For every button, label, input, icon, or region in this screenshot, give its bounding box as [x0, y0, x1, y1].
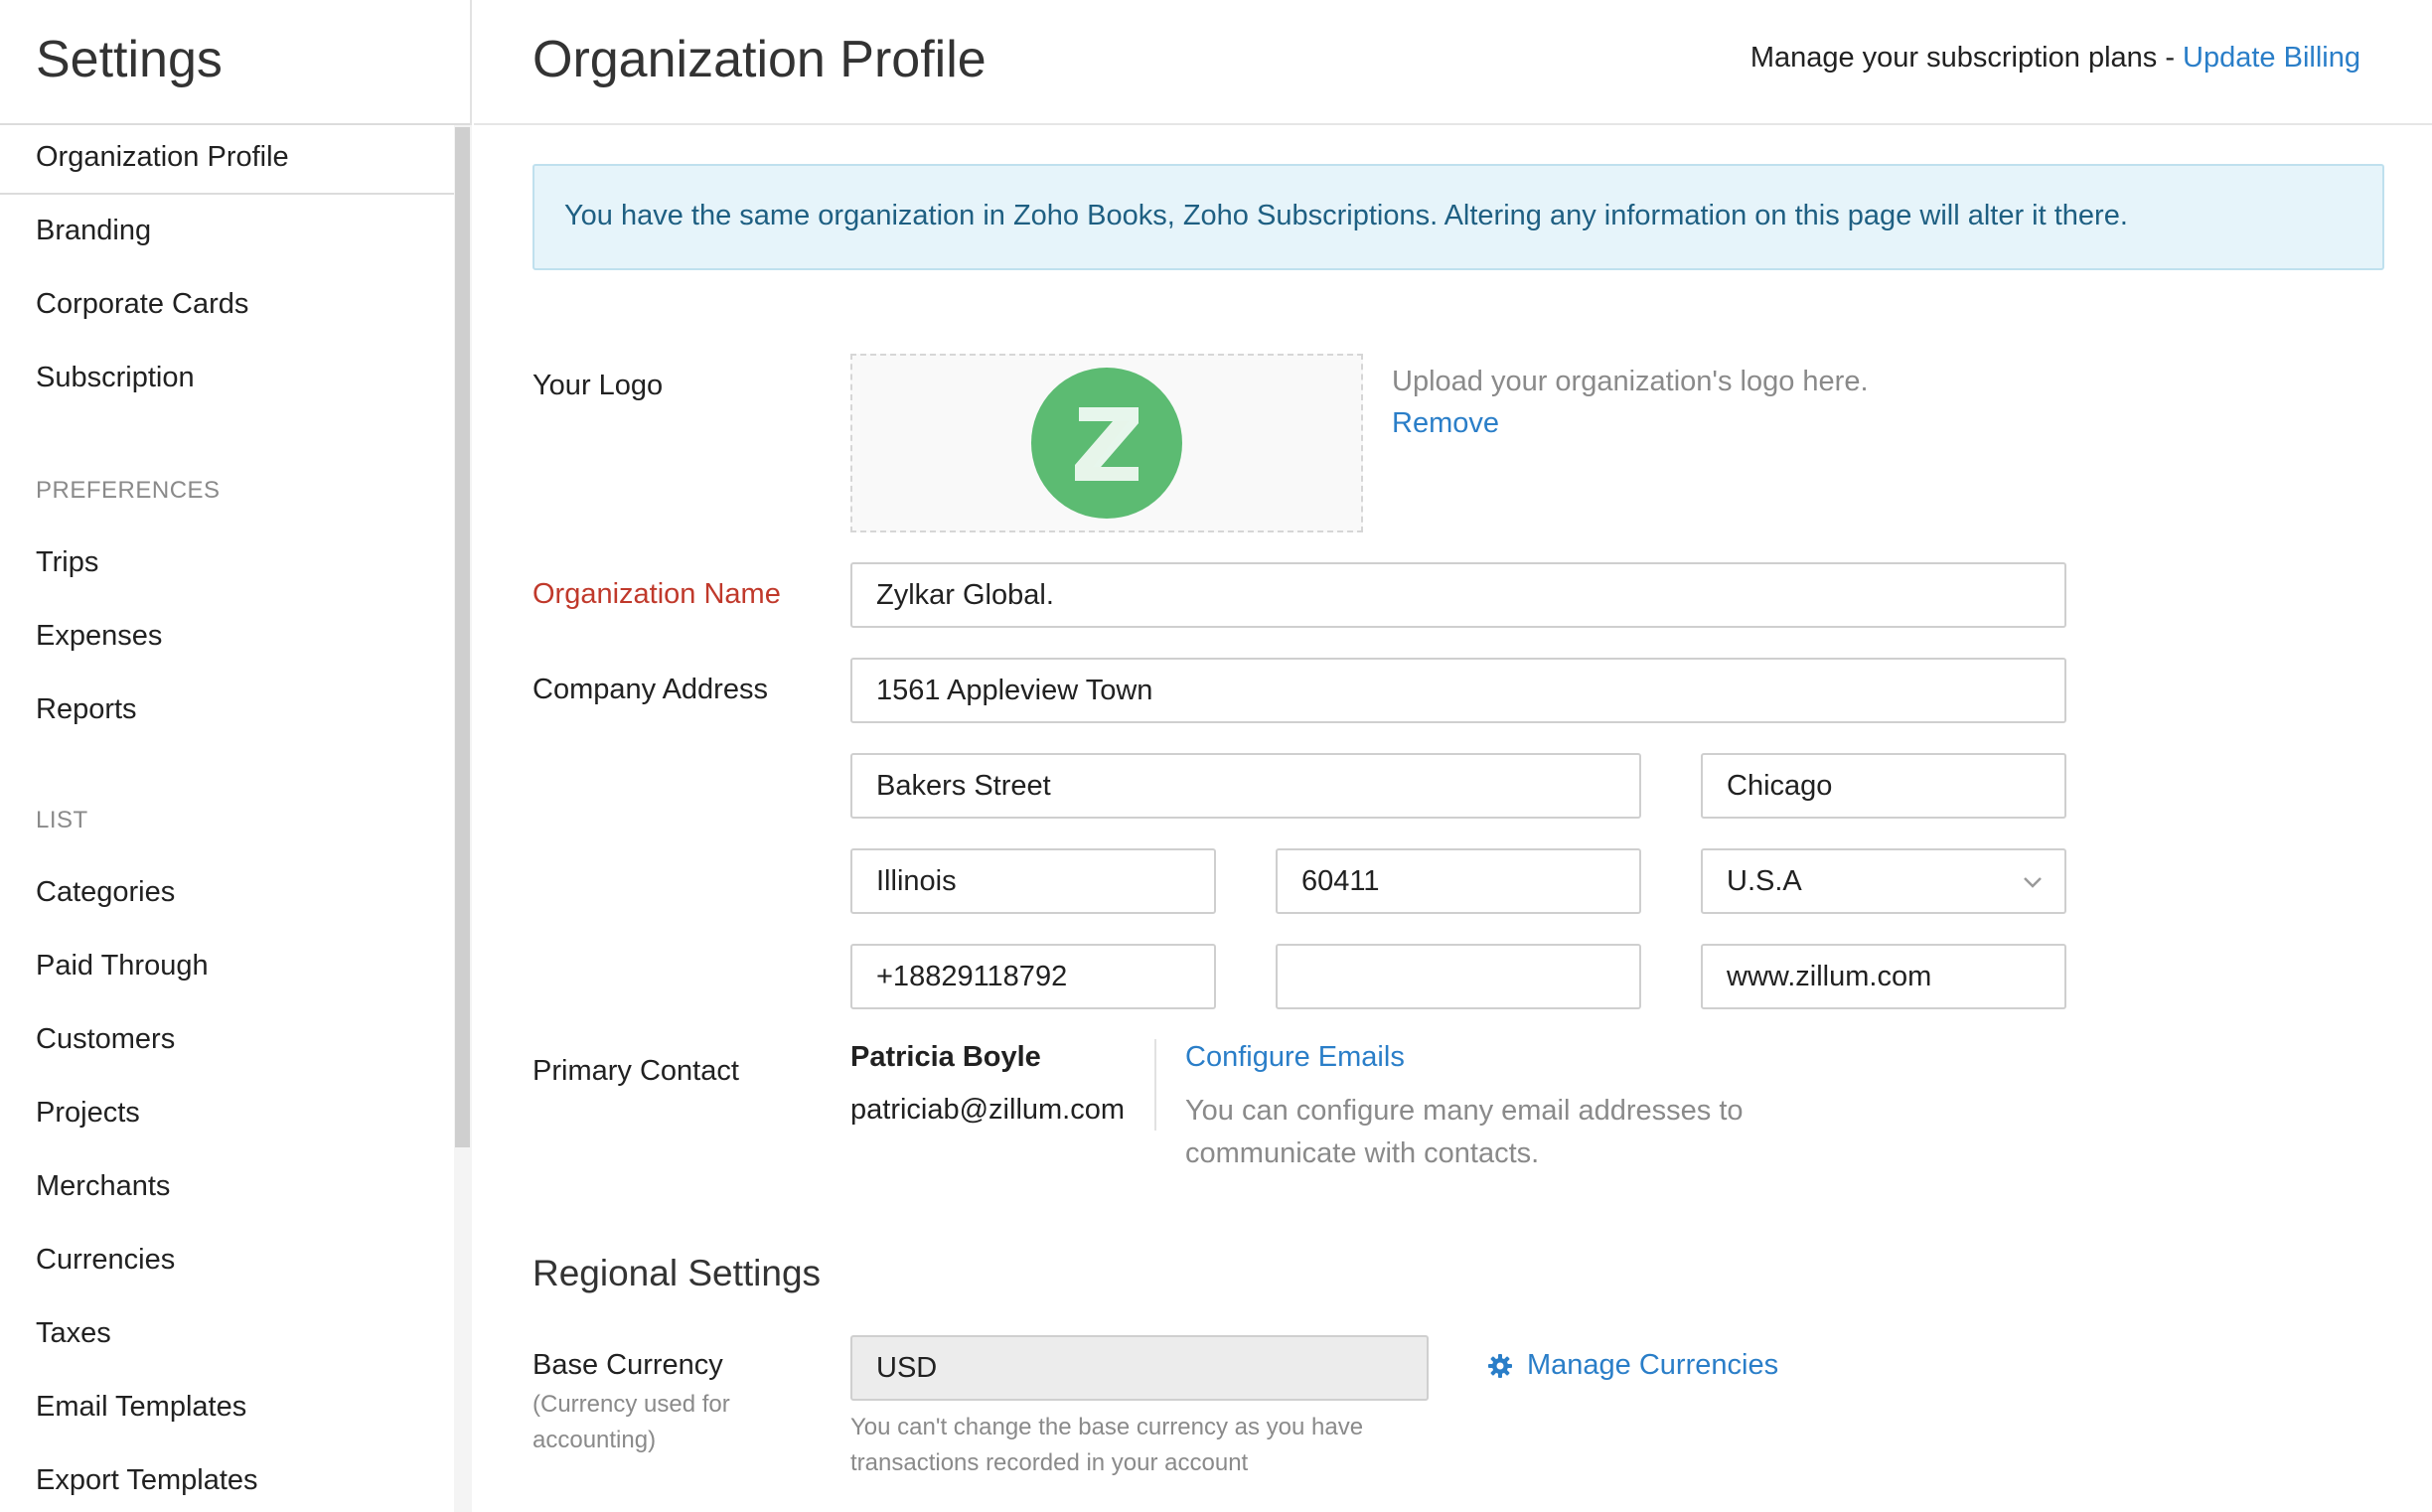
sidebar-section-preferences: PREFERENCES	[36, 477, 221, 504]
sidebar-item-export-templates[interactable]: Export Templates	[36, 1464, 258, 1497]
sidebar-item-expenses[interactable]: Expenses	[36, 620, 162, 653]
org-name-input[interactable]: Zylkar Global.	[850, 562, 2066, 628]
sidebar-item-corporate-cards[interactable]: Corporate Cards	[36, 288, 248, 321]
regional-settings-title: Regional Settings	[532, 1253, 822, 1293]
sidebar-item-customers[interactable]: Customers	[36, 1023, 175, 1056]
org-name-label: Organization Name	[532, 578, 781, 610]
country-select[interactable]: U.S.A	[1701, 848, 2066, 914]
logo-z-icon	[1075, 407, 1139, 481]
sidebar-title: Settings	[36, 31, 223, 88]
fax-input[interactable]	[1276, 944, 1641, 1009]
header-divider	[474, 123, 2432, 125]
sidebar-item-taxes[interactable]: Taxes	[36, 1317, 111, 1350]
country-select-value: U.S.A	[1727, 865, 1802, 897]
manage-currencies-label: Manage Currencies	[1527, 1349, 1779, 1381]
sidebar-item-projects[interactable]: Projects	[36, 1097, 140, 1130]
sidebar-item-merchants[interactable]: Merchants	[36, 1170, 170, 1203]
state-input[interactable]: Illinois	[850, 848, 1216, 914]
settings-sidebar: Settings Organization Profile Branding C…	[0, 0, 472, 1512]
city-input[interactable]: Chicago	[1701, 753, 2066, 819]
company-address-label: Company Address	[532, 674, 768, 705]
page-title: Organization Profile	[532, 31, 987, 88]
sidebar-item-subscription[interactable]: Subscription	[36, 362, 195, 394]
sidebar-scrollbar-thumb[interactable]	[455, 127, 470, 1147]
sidebar-item-categories[interactable]: Categories	[36, 876, 175, 909]
sidebar-item-branding[interactable]: Branding	[36, 215, 151, 247]
sidebar-item-currencies[interactable]: Currencies	[36, 1244, 175, 1277]
contact-divider	[1154, 1039, 1156, 1131]
sidebar-divider	[0, 123, 470, 125]
gear-icon	[1488, 1354, 1512, 1379]
sidebar-section-list: LIST	[36, 807, 88, 833]
organization-logo	[1031, 368, 1182, 519]
base-currency-label: Base Currency	[532, 1349, 723, 1381]
address-line1-input[interactable]: 1561 Appleview Town	[850, 658, 2066, 723]
sidebar-item-organization-profile[interactable]: Organization Profile	[36, 141, 289, 174]
address-line2-input[interactable]: Bakers Street	[850, 753, 1641, 819]
info-banner-text: You have the same organization in Zoho B…	[564, 200, 2128, 231]
manage-currencies-link[interactable]: Manage Currencies	[1487, 1349, 1778, 1382]
billing-notice: Manage your subscription plans - Update …	[1750, 42, 2360, 75]
update-billing-link[interactable]: Update Billing	[2183, 42, 2360, 74]
sidebar-item-paid-through[interactable]: Paid Through	[36, 950, 209, 983]
primary-contact-label: Primary Contact	[532, 1055, 739, 1087]
zip-input[interactable]: 60411	[1276, 848, 1641, 914]
primary-contact-name: Patricia Boyle	[850, 1041, 1041, 1073]
remove-logo-link[interactable]: Remove	[1392, 407, 1499, 440]
sidebar-item-reports[interactable]: Reports	[36, 693, 137, 726]
configure-emails-help: You can configure many email addresses t…	[1185, 1095, 1744, 1169]
base-currency-input: USD	[850, 1335, 1429, 1401]
billing-text: Manage your subscription plans -	[1749, 42, 2175, 74]
configure-emails-link[interactable]: Configure Emails	[1185, 1041, 1405, 1074]
logo-upload-hint: Upload your organization's logo here.	[1392, 366, 1869, 397]
logo-upload-area[interactable]	[850, 354, 1363, 532]
phone-input[interactable]: +18829118792	[850, 944, 1216, 1009]
website-input[interactable]: www.zillum.com	[1701, 944, 2066, 1009]
chevron-down-icon	[2024, 877, 2042, 888]
sidebar-item-email-templates[interactable]: Email Templates	[36, 1391, 246, 1424]
info-banner: You have the same organization in Zoho B…	[532, 164, 2384, 270]
primary-contact-email: patriciab@zillum.com	[850, 1094, 1126, 1126]
sidebar-item-trips[interactable]: Trips	[36, 546, 98, 579]
base-currency-help: You can't change the base currency as yo…	[850, 1414, 1364, 1476]
logo-label: Your Logo	[532, 370, 664, 401]
base-currency-sublabel: (Currency used for accounting)	[532, 1391, 730, 1453]
